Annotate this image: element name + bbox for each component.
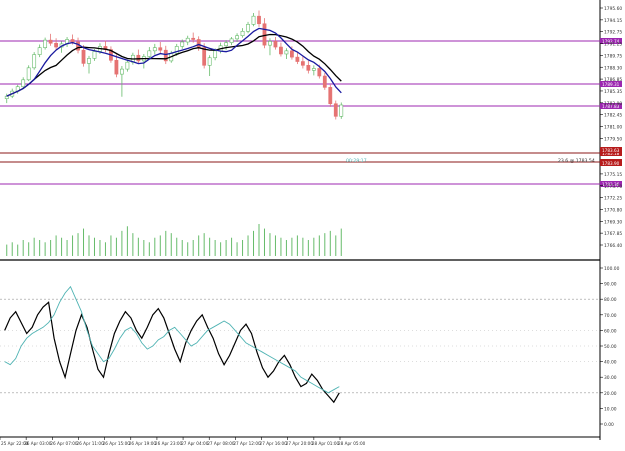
candle-body[interactable]: [306, 65, 311, 71]
time-tick-label: 27 Apr 20:00: [286, 441, 314, 446]
candle-body[interactable]: [240, 31, 245, 37]
candle-body[interactable]: [43, 39, 48, 48]
price-tick-label: 1779.50: [604, 136, 622, 142]
bid-price-label: 1783.63: [602, 148, 620, 153]
candle-body[interactable]: [333, 103, 338, 117]
candle-body[interactable]: [262, 23, 267, 46]
price-tick-label: 1794.15: [604, 18, 622, 24]
candle-body[interactable]: [114, 59, 119, 75]
candle-body[interactable]: [328, 87, 333, 105]
price-tick-label: 1795.60: [604, 6, 622, 12]
price-tick-label: 1786.85: [604, 77, 622, 83]
osc-tick-label: 20.00: [604, 391, 617, 397]
price-tick-label: 1785.35: [604, 89, 622, 95]
price-tick-label: 1791.25: [604, 42, 622, 48]
candle-body[interactable]: [120, 68, 124, 75]
candle-body[interactable]: [4, 95, 9, 99]
osc-tick-label: 80.00: [604, 297, 617, 303]
candle-body[interactable]: [136, 54, 141, 62]
price-tick-label: 1789.75: [604, 53, 622, 59]
candle-body[interactable]: [48, 39, 53, 44]
price-tick-label: 1782.45: [604, 113, 622, 119]
chart-svg[interactable]: 1792.741789.311787.831785.181783.811783.…: [0, 0, 625, 447]
time-tick-label: 26 Apr 11:00: [76, 441, 104, 446]
candle-body[interactable]: [26, 67, 31, 81]
price-tick-label: 1769.30: [604, 219, 622, 225]
price-tick-label: 1766.40: [604, 243, 622, 249]
osc-tick-label: 60.00: [604, 328, 617, 334]
candle-body[interactable]: [92, 51, 97, 59]
price-tick-label: 1770.80: [604, 207, 622, 213]
price-tick-label: 1775.15: [604, 172, 622, 178]
time-tick-label: 27 Apr 04:00: [181, 441, 209, 446]
candle-body[interactable]: [152, 47, 157, 52]
candle-body[interactable]: [191, 37, 196, 40]
osc-tick-label: 50.00: [604, 344, 617, 350]
price-tick-label: 1788.30: [604, 65, 622, 71]
candle-body[interactable]: [224, 42, 228, 47]
time-tick-label: 26 Apr 15:00: [103, 441, 131, 446]
candle-body[interactable]: [87, 58, 91, 64]
candle-body[interactable]: [76, 41, 80, 51]
candle-body[interactable]: [279, 46, 283, 55]
osc-tick-label: 40.00: [604, 360, 617, 366]
price-tick-label: 1792.75: [604, 30, 622, 36]
candle-body[interactable]: [202, 47, 207, 66]
ask-price-label: 1783.90: [602, 161, 620, 166]
osc-tick-label: 30.00: [604, 375, 617, 381]
candle-body[interactable]: [322, 75, 327, 88]
candle-body[interactable]: [284, 50, 289, 55]
candle-body[interactable]: [125, 61, 130, 70]
time-tick-label: 28 Apr 05:00: [338, 441, 366, 446]
time-tick-label: 26 Apr 03:00: [24, 441, 52, 446]
candle-body[interactable]: [290, 50, 294, 58]
candle-body[interactable]: [229, 38, 234, 43]
candle-timer-label: 00:29:17: [346, 158, 367, 164]
candle-body[interactable]: [235, 35, 239, 40]
candle-body[interactable]: [158, 47, 163, 51]
candle-body[interactable]: [273, 41, 278, 48]
candle-body[interactable]: [32, 54, 37, 69]
candle-body[interactable]: [54, 42, 58, 48]
time-tick-label: 27 Apr 08:00: [207, 441, 235, 446]
price-tick-label: 1781.00: [604, 125, 622, 131]
candle-body[interactable]: [180, 41, 185, 47]
time-tick-label: 27 Apr 16:00: [260, 441, 288, 446]
candle-body[interactable]: [268, 41, 272, 46]
time-tick-label: 27 Apr 12:00: [233, 441, 261, 446]
candle-body[interactable]: [37, 47, 42, 55]
candle-body[interactable]: [246, 24, 250, 32]
candle-body[interactable]: [21, 79, 26, 88]
candle-body[interactable]: [257, 15, 261, 25]
candle-body[interactable]: [70, 39, 75, 43]
osc-tick-label: 90.00: [604, 282, 617, 288]
candle-body[interactable]: [339, 104, 344, 117]
candle-body[interactable]: [295, 56, 300, 62]
osc-tick-label: 0.00: [604, 422, 614, 428]
price-tick-label: 1772.25: [604, 196, 622, 202]
candle-body[interactable]: [81, 49, 86, 64]
candle-body[interactable]: [185, 37, 190, 43]
candle-body[interactable]: [213, 50, 218, 59]
candle-body[interactable]: [317, 68, 322, 77]
spread-label: 23.6 @ 1783.54: [558, 158, 595, 164]
price-tick-label: 1773.70: [604, 184, 622, 190]
osc-tick-label: 10.00: [604, 406, 617, 412]
candle-body[interactable]: [207, 57, 212, 66]
candle-body[interactable]: [147, 50, 152, 57]
chart-window: 1792.741789.311787.831785.181783.811783.…: [0, 0, 625, 447]
time-tick-label: 28 Apr 01:00: [312, 441, 340, 446]
time-tick-label: 26 Apr 19:00: [129, 441, 157, 446]
osc-tick-label: 100.00: [604, 266, 620, 272]
price-tick-label: 1783.90: [604, 101, 622, 107]
price-tick-label: 1767.85: [604, 231, 622, 237]
candle-body[interactable]: [311, 68, 316, 71]
candle-body[interactable]: [251, 15, 256, 25]
time-tick-label: 26 Apr 07:00: [50, 441, 78, 446]
candle-body[interactable]: [300, 61, 305, 66]
chart-background: [0, 0, 625, 447]
osc-tick-label: 70.00: [604, 313, 617, 319]
candle-body[interactable]: [196, 39, 201, 48]
time-tick-label: 26 Apr 23:00: [155, 441, 183, 446]
